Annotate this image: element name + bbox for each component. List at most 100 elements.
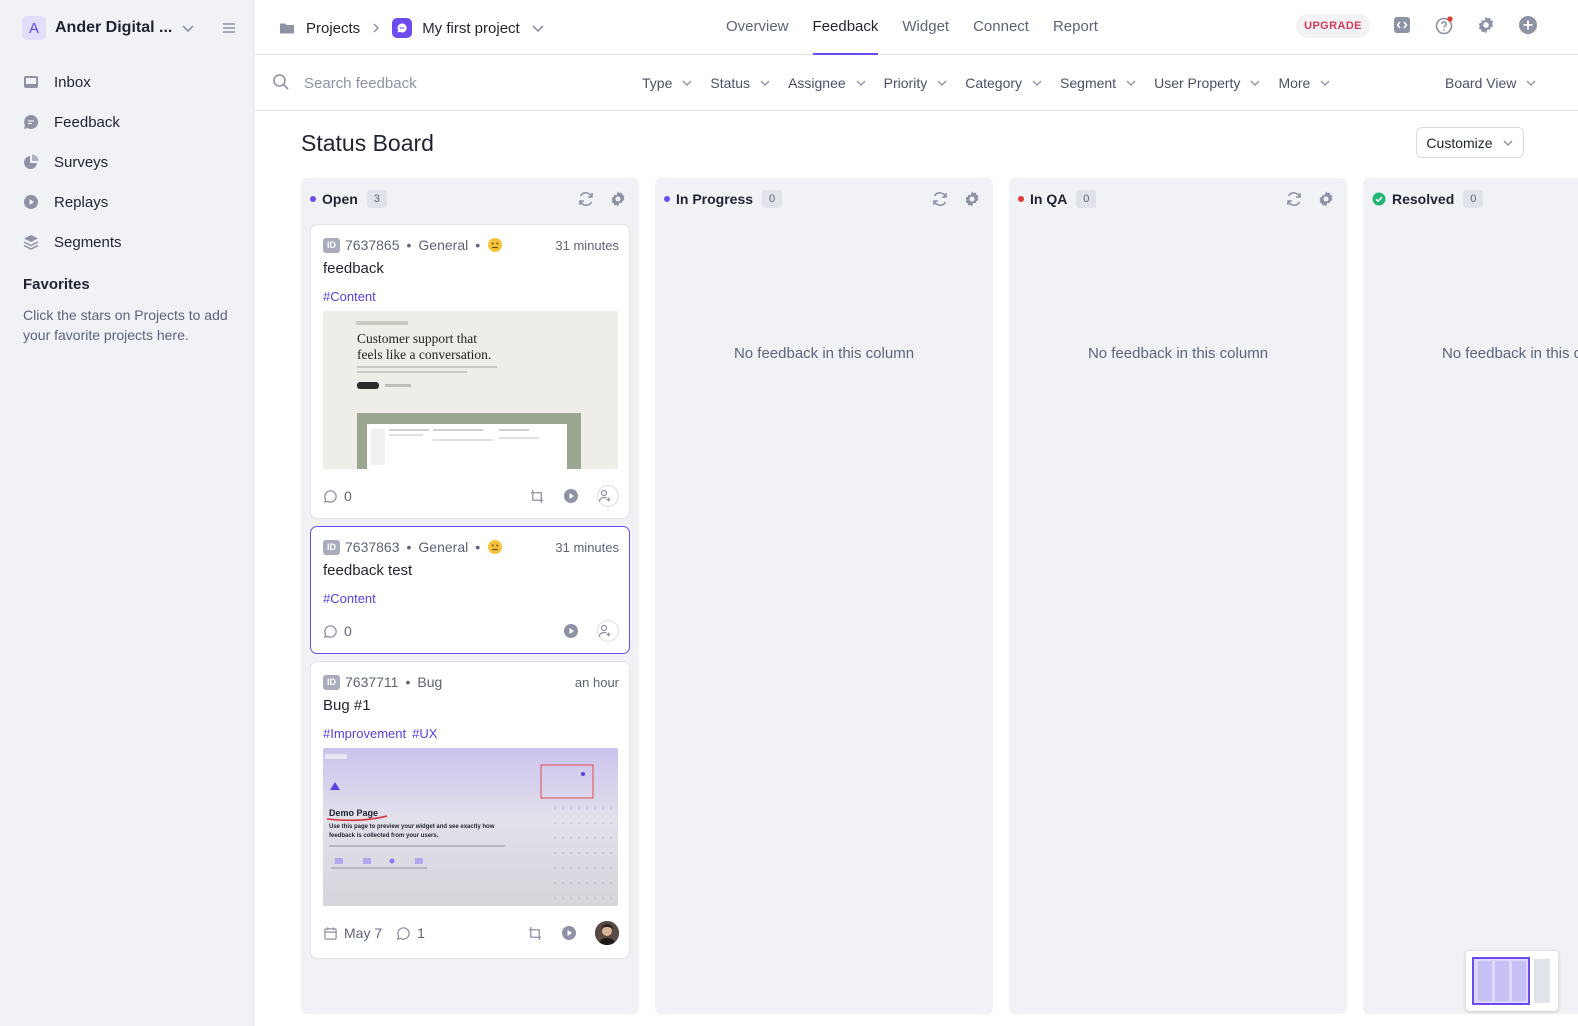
- board-minimap[interactable]: [1466, 951, 1558, 1011]
- chevron-down-icon[interactable]: [530, 20, 546, 36]
- separator: •: [406, 539, 412, 555]
- breadcrumb: Projects My first project: [278, 14, 556, 42]
- tag[interactable]: #Content: [323, 289, 376, 304]
- project-icon: [392, 18, 413, 38]
- tab-widget[interactable]: Widget: [902, 0, 949, 55]
- assignee-avatar[interactable]: [595, 921, 619, 945]
- filter-dropdowns: Type Status Assignee Priority Category S…: [642, 55, 1348, 111]
- sidebar-item-feedback[interactable]: Feedback: [22, 102, 237, 142]
- screenshot-thumbnail[interactable]: Customer support that feels like a conve…: [323, 311, 618, 469]
- inbox-icon: [24, 76, 38, 88]
- card-id: 7637863: [345, 539, 400, 555]
- minimap-viewport[interactable]: [1472, 957, 1530, 1005]
- column-title: Resolved: [1392, 191, 1455, 207]
- filter-bar: Type Status Assignee Priority Category S…: [254, 55, 1578, 111]
- search-input[interactable]: [304, 71, 624, 95]
- minimap-offscreen: [1534, 959, 1550, 1003]
- add-user-icon: [598, 624, 611, 637]
- upgrade-button[interactable]: UPGRADE: [1296, 14, 1370, 38]
- comment-icon: [323, 624, 337, 638]
- tag[interactable]: #Content: [323, 591, 376, 606]
- sidebar-item-replays[interactable]: Replays: [22, 182, 237, 222]
- filter-status[interactable]: Status: [710, 75, 771, 91]
- column-title: In Progress: [676, 191, 754, 207]
- status-dot: [310, 196, 316, 202]
- help-icon[interactable]: [1434, 15, 1454, 35]
- play-circle-icon[interactable]: [563, 623, 579, 639]
- thumbnail-subtitle: feedback is collected from your users.: [329, 833, 439, 839]
- tab-connect[interactable]: Connect: [973, 0, 1029, 55]
- assign-user-button[interactable]: [597, 620, 619, 642]
- card-id: 7637711: [345, 674, 399, 690]
- filter-type[interactable]: Type: [642, 75, 693, 91]
- column-count: 0: [1076, 190, 1097, 208]
- board-view-select[interactable]: Board View: [1445, 75, 1537, 91]
- add-circle-icon[interactable]: [1518, 15, 1538, 35]
- comment-icon: [397, 926, 410, 940]
- sidebar-item-segments[interactable]: Segments: [22, 222, 237, 262]
- gear-icon[interactable]: [609, 190, 627, 208]
- column-in-progress: In Progress 0 No feedback in this column: [655, 178, 993, 1014]
- card-category: Bug: [417, 674, 443, 690]
- breadcrumb-projects-link[interactable]: Projects: [306, 20, 360, 37]
- comment-count: 1: [417, 925, 425, 941]
- feedback-card[interactable]: ID 7637863 • General • 31 minutes feedba…: [310, 526, 630, 654]
- card-actions: [551, 620, 619, 642]
- refresh-icon[interactable]: [1285, 190, 1303, 208]
- card-category: General: [418, 539, 469, 555]
- filter-assignee[interactable]: Assignee: [788, 75, 867, 91]
- column-in-qa: In QA 0 No feedback in this column: [1009, 178, 1347, 1014]
- filter-user-property[interactable]: User Property: [1154, 75, 1261, 91]
- status-dot: [1018, 196, 1024, 202]
- sidebar-item-inbox[interactable]: Inbox: [22, 62, 237, 102]
- screenshot-thumbnail[interactable]: Demo Page Use this page to preview your …: [323, 748, 618, 906]
- comment-icon: [323, 489, 337, 503]
- tag[interactable]: #UX: [412, 726, 437, 741]
- search-icon: [273, 74, 289, 90]
- card-actions: [518, 485, 619, 507]
- assign-user-button[interactable]: [597, 485, 619, 507]
- crop-icon[interactable]: [528, 926, 543, 941]
- workspace-avatar: A: [22, 16, 46, 40]
- refresh-icon[interactable]: [931, 190, 949, 208]
- sidebar-toggle-icon[interactable]: [220, 19, 238, 37]
- code-embed-icon[interactable]: [1393, 16, 1411, 34]
- tab-report[interactable]: Report: [1053, 0, 1098, 55]
- column-title: In QA: [1030, 191, 1068, 207]
- column-title: Open: [322, 191, 358, 207]
- play-circle-icon[interactable]: [561, 925, 577, 941]
- card-meta: ID 7637863 • General • 31 minutes: [323, 538, 619, 556]
- project-name[interactable]: My first project: [422, 20, 520, 37]
- due-date: May 7: [344, 925, 383, 941]
- gear-icon[interactable]: [963, 190, 981, 208]
- tab-feedback[interactable]: Feedback: [812, 0, 878, 55]
- gear-icon[interactable]: [1476, 15, 1496, 35]
- crop-icon[interactable]: [530, 489, 545, 504]
- filter-label: Segment: [1060, 75, 1117, 91]
- feedback-card[interactable]: ID 7637865 • General • 31 minutes feedba…: [310, 224, 630, 519]
- sidebar-item-label: Inbox: [54, 73, 91, 91]
- card-title: feedback: [323, 260, 384, 277]
- calendar-icon: [324, 926, 337, 940]
- chevron-down-icon: [682, 80, 692, 86]
- workspace-switcher[interactable]: A Ander Digital ...: [22, 16, 242, 40]
- tab-overview[interactable]: Overview: [726, 0, 789, 55]
- filter-category[interactable]: Category: [965, 75, 1043, 91]
- sidebar-item-surveys[interactable]: Surveys: [22, 142, 237, 182]
- project-tabs: Overview Feedback Widget Connect Report: [726, 0, 1122, 55]
- play-circle-icon[interactable]: [563, 488, 579, 504]
- separator: •: [475, 237, 481, 253]
- filter-segment[interactable]: Segment: [1060, 75, 1137, 91]
- refresh-icon[interactable]: [577, 190, 595, 208]
- chevron-down-icon: [937, 80, 947, 86]
- chevron-down-icon[interactable]: [179, 19, 197, 37]
- chevron-right-icon: [373, 23, 380, 33]
- chat-bubble-icon: [24, 114, 39, 129]
- filter-more[interactable]: More: [1278, 75, 1331, 91]
- tag[interactable]: #Improvement: [323, 726, 406, 741]
- customize-button[interactable]: Customize: [1416, 127, 1524, 158]
- filter-priority[interactable]: Priority: [884, 75, 949, 91]
- status-board: Status Board Customize Open 3 ID 7637865…: [254, 111, 1578, 1026]
- feedback-card[interactable]: ID 7637711 • Bug an hour Bug #1 #Improve…: [310, 661, 630, 959]
- gear-icon[interactable]: [1317, 190, 1335, 208]
